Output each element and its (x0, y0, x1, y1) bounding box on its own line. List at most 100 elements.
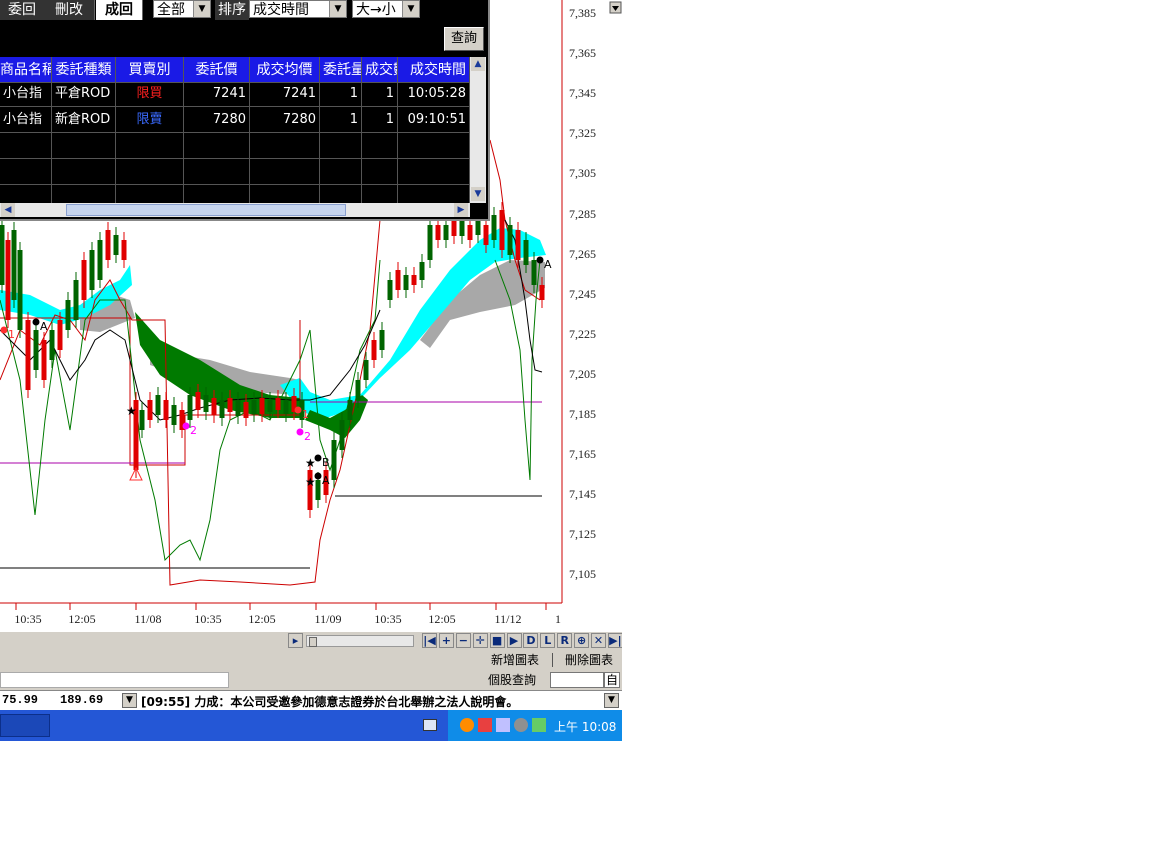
chevron-down-icon[interactable]: ▼ (604, 693, 619, 708)
signal-marker-label: 1 (8, 328, 15, 341)
zoom-slider[interactable] (306, 635, 414, 647)
cell-fill-time (398, 159, 470, 185)
candle-body (355, 380, 361, 400)
close-icon[interactable]: ✕ (591, 633, 606, 648)
price-tick-label: 7,305 (569, 166, 596, 181)
delete-chart-button[interactable]: 刪除圖表 (560, 651, 618, 669)
candle-body (219, 400, 225, 418)
stock-query-bar: 個股查詢 自 (0, 670, 622, 690)
tab-filled[interactable]: 成回 (96, 0, 143, 20)
tray-volume-icon[interactable] (532, 718, 546, 732)
scroll-right-icon[interactable]: ▶ (454, 203, 468, 217)
stock-query-input[interactable] (550, 672, 604, 688)
tab-modify[interactable]: 刪改 (44, 0, 95, 20)
time-tick-label: 12:05 (68, 612, 96, 626)
col-order-type[interactable]: 委託種類 (52, 57, 116, 83)
scroll-left-icon[interactable]: ▸ (288, 633, 303, 648)
tray-app-icon[interactable] (514, 718, 528, 732)
time-tick-label: 11/12 (494, 612, 522, 626)
auto-button[interactable]: 自 (604, 672, 620, 688)
plus-icon[interactable]: + (438, 633, 454, 648)
horizontal-scrollbar[interactable]: ◀ ▶ (0, 203, 470, 217)
candle-body (139, 410, 145, 430)
l-button[interactable]: L (540, 633, 556, 648)
vertical-scrollbar[interactable]: ▲ ▼ (470, 57, 486, 203)
candle-body (379, 330, 385, 350)
scroll-down-icon[interactable]: ▼ (471, 187, 485, 201)
sort-order-value: 大→小 (356, 2, 396, 18)
table-header: 商品名稱 委託種類 買賣別 委託價 成交均價 委託量 成交數 成交時間 (0, 57, 470, 83)
cell-order-type: 平倉ROD (52, 81, 116, 107)
slider-handle[interactable] (309, 637, 317, 647)
d-button[interactable]: D (523, 633, 539, 648)
query-button[interactable]: 查詢 (444, 27, 484, 51)
scroll-left-icon[interactable]: ◀ (1, 203, 15, 217)
status-field (0, 672, 229, 688)
table-row[interactable]: 小台指 新倉ROD 限賣 7280 7280 1 1 09:10:51 (0, 107, 470, 133)
candle-body (243, 402, 249, 418)
table-row[interactable]: 小台指 平倉ROD 限買 7241 7241 1 1 10:05:28 (0, 81, 470, 107)
play-icon[interactable]: ▶ (506, 633, 522, 648)
candle-body (211, 398, 217, 415)
signal-dot (296, 428, 304, 436)
tray-app-icon[interactable] (460, 718, 474, 732)
move-icon[interactable]: ✛ (472, 633, 488, 648)
zoom-icon[interactable]: ⊕ (574, 633, 590, 648)
col-fill-qty[interactable]: 成交數 (362, 57, 398, 83)
tray-app-icon[interactable] (478, 718, 492, 732)
cell-order-type (52, 133, 116, 159)
sort-by-value: 成交時間 (253, 2, 309, 18)
tab-order-reply[interactable]: 委回 (0, 0, 45, 20)
candle-body (427, 225, 433, 260)
price-tick-label: 7,185 (569, 407, 596, 421)
signal-marker-label: A (544, 258, 552, 271)
last-icon[interactable]: ▶| (607, 633, 622, 648)
col-fill-time[interactable]: 成交時間 (398, 57, 470, 83)
sort-by-select[interactable]: 成交時間 ▼ (249, 0, 347, 18)
price-tick-label: 7,165 (569, 447, 596, 462)
ticker-value-2: 189.69 (60, 693, 104, 707)
table-row[interactable] (0, 159, 470, 185)
keyboard-icon[interactable] (423, 719, 437, 731)
chevron-down-icon[interactable]: ▼ (122, 693, 137, 708)
candle-body (155, 395, 161, 415)
price-tick-label: 7,345 (569, 86, 596, 101)
ticker-value-1: 75.99 (2, 693, 39, 707)
signal-marker-label: A (322, 474, 330, 487)
first-icon[interactable]: |◀ (422, 633, 437, 648)
col-side[interactable]: 買賣別 (116, 57, 184, 83)
candle-body (57, 320, 63, 350)
cell-product: 小台指 (0, 81, 52, 107)
chart-buttons: 新增圖表 刪除圖表 (0, 650, 622, 670)
scroll-thumb[interactable] (66, 204, 346, 216)
stop-icon[interactable]: ■ (489, 633, 505, 648)
sort-order-select[interactable]: 大→小 ▼ (352, 0, 420, 18)
table-row[interactable] (0, 133, 470, 159)
minus-icon[interactable]: − (455, 633, 471, 648)
add-chart-button[interactable]: 新增圖表 (484, 651, 546, 669)
col-avg-price[interactable]: 成交均價 (250, 57, 320, 83)
news-ticker: 75.99 189.69 ▼ [09:55] 力成：本公司受邀參加德意志證券於台… (0, 690, 622, 711)
cell-avg-price (250, 159, 320, 185)
time-tick-label: 10:35 (14, 612, 42, 626)
tray-network-icon[interactable] (496, 718, 510, 732)
candle-body (507, 225, 513, 255)
time-tick-label: 12:05 (248, 612, 276, 626)
cell-fill-time (398, 133, 470, 159)
candle-body (371, 340, 377, 360)
price-tick-label: 7,285 (569, 206, 596, 221)
taskbar-window-button[interactable] (0, 714, 50, 737)
col-product[interactable]: 商品名稱 (0, 57, 52, 83)
candle-body (331, 440, 337, 480)
col-order-qty[interactable]: 委託量 (320, 57, 362, 83)
clock[interactable]: 上午 10:08 (554, 718, 616, 735)
candle-body (395, 270, 401, 290)
scroll-up-icon[interactable]: ▲ (471, 57, 485, 71)
news-headline[interactable]: [09:55] 力成：本公司受邀參加德意志證券於台北舉辦之法人說明會。 (141, 693, 518, 710)
r-button[interactable]: R (557, 633, 573, 648)
candle-body (387, 280, 393, 300)
cell-fill-time: 09:10:51 (398, 107, 470, 133)
col-order-price[interactable]: 委託價 (184, 57, 250, 83)
filter-select[interactable]: 全部 ▼ (153, 0, 211, 18)
candle-body (515, 230, 521, 260)
